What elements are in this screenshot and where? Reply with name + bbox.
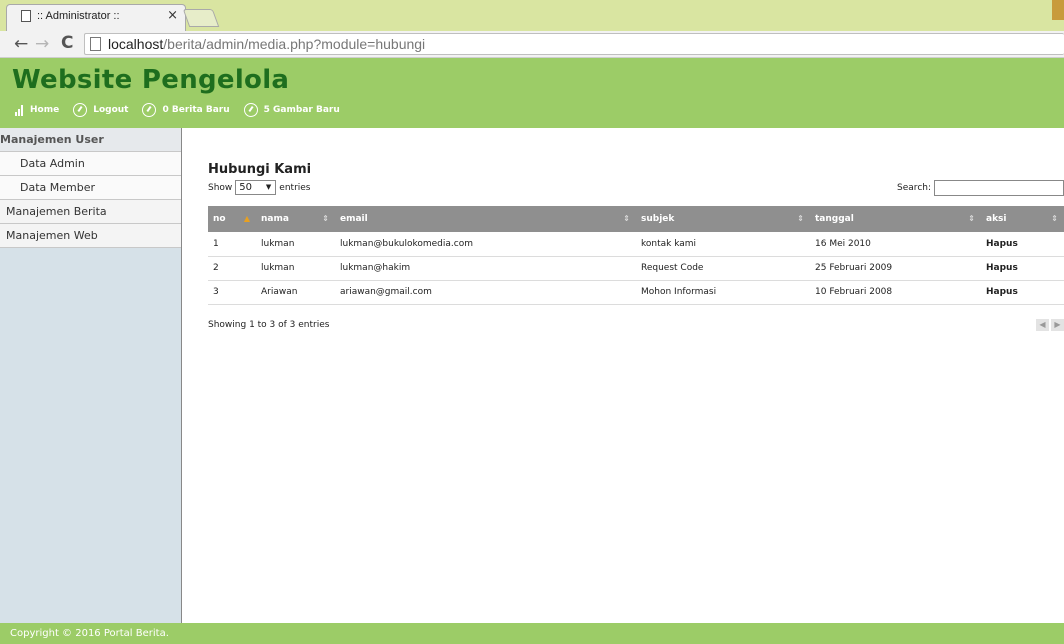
profile-button[interactable] xyxy=(1052,0,1064,20)
tab-close-icon[interactable]: × xyxy=(167,8,178,23)
sort-icon: ⇕ xyxy=(623,214,630,223)
compass-icon xyxy=(142,103,157,117)
top-menu: Home Logout 0 Berita Baru 5 Gambar Baru xyxy=(15,102,354,118)
copyright-text: Copyright © 2016 Portal Berita. xyxy=(10,628,169,639)
column-header-tanggal[interactable]: tanggal ⇕ xyxy=(810,206,981,232)
browser-tab[interactable]: :: Administrator :: × xyxy=(6,4,186,31)
sidebar-item-label: Data Admin xyxy=(20,157,85,170)
menu-item-gambar-baru[interactable]: 5 Gambar Baru xyxy=(243,103,340,117)
compass-icon xyxy=(73,103,88,117)
data-table: no ▲ nama ⇕ email ⇕ subjek ⇕ tanggal ⇕ aksi ⇕ … xyxy=(208,206,1064,305)
entries-label: entries xyxy=(279,182,311,193)
menu-item-label: 0 Berita Baru xyxy=(162,105,230,115)
column-label: subjek xyxy=(641,214,675,224)
sidebar-item-manajemen-web[interactable]: Manajemen Web xyxy=(0,224,181,248)
entries-select[interactable]: 50 ▼ xyxy=(235,180,277,195)
table-row: 3 Ariawan ariawan@gmail.com Mohon Inform… xyxy=(208,280,1064,304)
tab-title: :: Administrator :: xyxy=(37,10,120,22)
column-label: tanggal xyxy=(815,214,854,224)
sidebar-item-label: Manajemen User xyxy=(0,133,104,146)
sidebar-item-data-member[interactable]: Data Member xyxy=(0,176,181,200)
site-title: Website Pengelola xyxy=(12,65,290,95)
cell-no: 2 xyxy=(213,263,219,273)
column-label: aksi xyxy=(986,214,1007,224)
site-header: Website Pengelola Home Logout 0 Berita B… xyxy=(0,58,1064,128)
previous-page-icon[interactable]: ◀ xyxy=(1036,319,1049,331)
url-text: localhost/berita/admin/media.php?module=… xyxy=(108,36,426,52)
table-row: 1 lukman lukman@bukulokomedia.com kontak… xyxy=(208,232,1064,256)
cell-no: 1 xyxy=(213,238,219,249)
column-label: email xyxy=(340,214,368,224)
delete-link[interactable]: Hapus xyxy=(981,256,1064,280)
cell-email: ariawan@gmail.com xyxy=(340,287,432,297)
forward-arrow-icon[interactable]: → xyxy=(35,34,49,54)
sidebar-item-label: Manajemen Web xyxy=(6,229,98,242)
cell-email: lukman@hakim xyxy=(340,263,411,273)
table-info: Showing 1 to 3 of 3 entries xyxy=(208,320,330,330)
delete-link[interactable]: Hapus xyxy=(981,232,1064,256)
column-label: nama xyxy=(261,214,289,224)
sidebar-item-data-admin[interactable]: Data Admin xyxy=(0,152,181,176)
compass-icon xyxy=(243,103,258,117)
show-label: Show xyxy=(208,182,233,193)
menu-item-berita-baru[interactable]: 0 Berita Baru xyxy=(142,103,230,117)
pagination: ◀ ▶ xyxy=(1034,319,1064,331)
menu-item-label: Home xyxy=(30,105,60,115)
sort-icon: ⇕ xyxy=(1051,214,1058,223)
sidebar-item-manajemen-berita[interactable]: Manajemen Berita xyxy=(0,200,181,224)
page-icon xyxy=(90,37,101,51)
footer: Copyright © 2016 Portal Berita. xyxy=(0,623,1064,644)
cell-tanggal: 16 Mei 2010 xyxy=(815,238,871,249)
sort-icon: ⇕ xyxy=(968,214,975,223)
column-header-aksi[interactable]: aksi ⇕ xyxy=(981,206,1064,232)
cell-tanggal: 10 Februari 2008 xyxy=(815,287,893,297)
table-row: 2 lukman lukman@hakim Request Code 25 Fe… xyxy=(208,256,1064,280)
cell-tanggal: 25 Februari 2009 xyxy=(815,263,893,273)
cell-subjek: kontak kami xyxy=(641,238,697,249)
cell-nama: lukman xyxy=(261,263,295,273)
menu-item-logout[interactable]: Logout xyxy=(73,103,128,117)
bar-chart-icon xyxy=(15,104,24,116)
show-entries: Show 50 ▼ entries xyxy=(208,180,311,195)
entries-value: 50 xyxy=(239,182,253,193)
column-header-email[interactable]: email ⇕ xyxy=(335,206,636,232)
cell-subjek: Request Code xyxy=(641,263,704,273)
new-tab-button[interactable] xyxy=(182,9,220,27)
column-header-no[interactable]: no ▲ xyxy=(208,206,256,232)
address-bar[interactable]: localhost/berita/admin/media.php?module=… xyxy=(84,33,1064,55)
search-input[interactable] xyxy=(934,180,1064,196)
page-icon xyxy=(21,10,31,22)
column-header-nama[interactable]: nama ⇕ xyxy=(256,206,335,232)
reload-icon[interactable]: C xyxy=(61,33,73,53)
sidebar-item-label: Data Member xyxy=(20,181,96,194)
column-header-subjek[interactable]: subjek ⇕ xyxy=(636,206,810,232)
sidebar-item-label: Manajemen Berita xyxy=(6,205,107,218)
dropdown-arrow-icon: ▼ xyxy=(265,183,272,191)
cell-no: 3 xyxy=(213,287,219,297)
menu-item-label: Logout xyxy=(93,105,129,115)
sort-icon: ⇕ xyxy=(322,214,329,223)
cell-subjek: Mohon Informasi xyxy=(641,287,717,297)
main-content: Hubungi Kami Show 50 ▼ entries Search: no… xyxy=(183,128,1064,623)
menu-item-home[interactable]: Home xyxy=(15,104,60,116)
menu-item-label: 5 Gambar Baru xyxy=(263,105,340,115)
column-label: no xyxy=(213,214,226,224)
sidebar: Manajemen User Data Admin Data Member Ma… xyxy=(0,128,182,623)
cell-email: lukman@bukulokomedia.com xyxy=(340,238,473,249)
delete-link[interactable]: Hapus xyxy=(981,280,1064,304)
browser-navbar: ← → C localhost/berita/admin/media.php?m… xyxy=(0,31,1064,58)
next-page-icon[interactable]: ▶ xyxy=(1051,319,1064,331)
sort-icon: ⇕ xyxy=(797,214,804,223)
table-header-row: no ▲ nama ⇕ email ⇕ subjek ⇕ tanggal ⇕ aksi ⇕ xyxy=(208,206,1064,232)
cell-nama: Ariawan xyxy=(261,287,298,297)
search-label: Search: xyxy=(897,183,931,193)
page-title: Hubungi Kami xyxy=(208,162,312,177)
cell-nama: lukman xyxy=(261,238,295,249)
browser-tabstrip: :: Administrator :: × xyxy=(0,0,1064,31)
search-box: Search: xyxy=(897,180,1064,196)
back-arrow-icon[interactable]: ← xyxy=(14,34,28,54)
sort-asc-icon: ▲ xyxy=(243,214,250,223)
sidebar-item-manajemen-user[interactable]: Manajemen User xyxy=(0,128,181,152)
